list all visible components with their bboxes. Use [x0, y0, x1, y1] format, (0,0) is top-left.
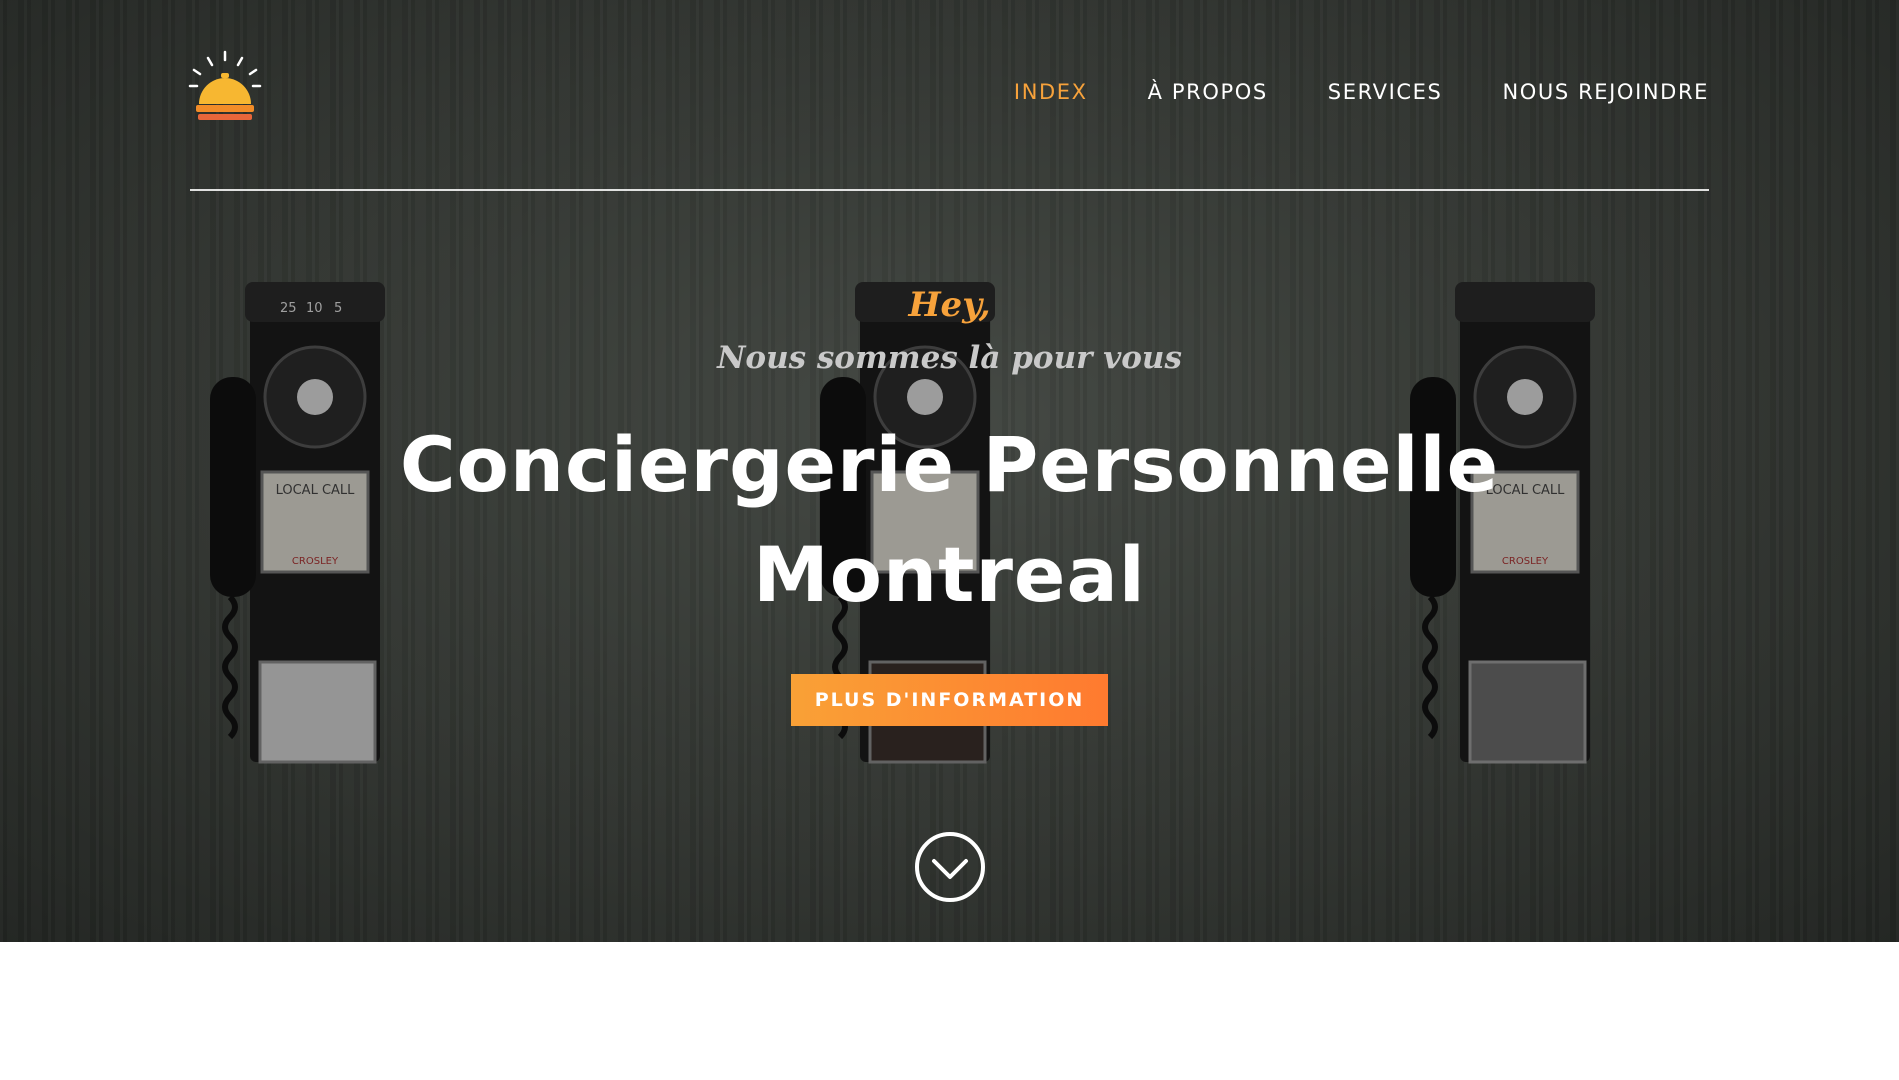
hero-tagline: Nous sommes là pour vous	[717, 340, 1182, 376]
hero-section: 25 10 5 LOCAL CALL CROSLEY LOCAL CALL CR…	[0, 0, 1899, 942]
hero-title-line-2: Montreal	[753, 530, 1146, 619]
hero-title-line-1: Conciergerie Personnelle	[399, 420, 1500, 509]
main-nav: INDEX À PROPOS SERVICES NOUS REJOINDRE	[1014, 80, 1709, 104]
nav-item-index[interactable]: INDEX	[1014, 80, 1088, 104]
hero-greeting: Hey,	[908, 285, 991, 325]
nav-divider	[190, 189, 1709, 191]
nav-item-services[interactable]: SERVICES	[1328, 80, 1443, 104]
service-bell-icon[interactable]	[188, 50, 262, 126]
nav-item-nous-rejoindre[interactable]: NOUS REJOINDRE	[1502, 80, 1709, 104]
more-info-button[interactable]: PLUS D'INFORMATION	[791, 674, 1108, 726]
chevron-down-circle-icon[interactable]	[914, 831, 986, 903]
nav-item-a-propos[interactable]: À PROPOS	[1148, 80, 1268, 104]
hero-title: Conciergerie Personnelle Montreal	[0, 410, 1899, 630]
